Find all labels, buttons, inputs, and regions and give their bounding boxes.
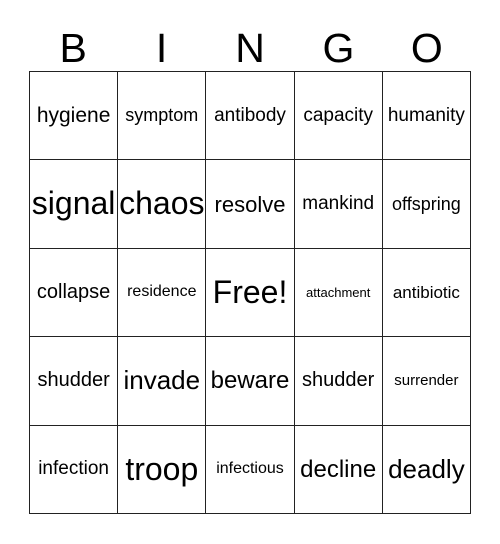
bingo-cell[interactable]: hygiene [30, 72, 119, 161]
bingo-cell-label: offspring [392, 193, 461, 214]
bingo-cell[interactable]: troop [118, 425, 207, 514]
bingo-cell[interactable]: attachment [294, 248, 383, 338]
bingo-header-letter-o: O [410, 25, 443, 71]
bingo-header-letter-n: N [235, 25, 265, 71]
bingo-cell[interactable]: mankind [294, 160, 383, 249]
bingo-cell-label: capacity [303, 104, 374, 126]
bingo-grid: hygiene symptom antibody capacity humani… [29, 71, 471, 514]
bingo-cell[interactable]: chaos [118, 160, 207, 249]
bingo-cell-label: collapse [36, 280, 111, 303]
bingo-header-row: B I N G O [29, 14, 471, 71]
bingo-cell[interactable]: beware [206, 337, 295, 426]
bingo-cell[interactable]: resolve [206, 160, 295, 249]
bingo-cell[interactable]: capacity [294, 72, 383, 161]
bingo-cell-label: surrender [394, 372, 459, 390]
bingo-cell-label: decline [300, 455, 377, 483]
bingo-cell[interactable]: shudder [30, 337, 119, 426]
bingo-cell-label: antibody [214, 104, 286, 126]
bingo-cell-label: invade [123, 365, 201, 396]
bingo-cell-label: antibiotic [392, 282, 460, 302]
bingo-cell[interactable]: humanity [382, 72, 471, 161]
bingo-cell-label: symptom [125, 105, 199, 126]
bingo-cell[interactable]: deadly [382, 425, 471, 514]
bingo-cell-label: mankind [302, 193, 375, 215]
bingo-cell-label: hygiene [36, 103, 111, 127]
bingo-cell[interactable]: symptom [118, 72, 207, 161]
bingo-cell[interactable]: infectious [206, 425, 295, 514]
bingo-cell-label: beware [210, 367, 290, 395]
bingo-cell[interactable]: residence [118, 248, 207, 338]
bingo-cell[interactable]: antibody [206, 72, 295, 161]
bingo-cell-label: humanity [387, 104, 465, 126]
bingo-cell-label: infection [38, 458, 109, 480]
bingo-cell[interactable]: invade [118, 337, 207, 426]
bingo-header-letter-b: B [59, 25, 87, 71]
bingo-cell[interactable]: signal [30, 160, 119, 249]
bingo-cell-label: troop [125, 450, 199, 487]
bingo-cell[interactable]: collapse [30, 248, 119, 338]
bingo-cell-label: chaos [119, 185, 205, 222]
bingo-header-letter-g: G [322, 25, 355, 71]
bingo-card: B I N G O hygiene symptom antibody capac… [0, 0, 500, 544]
bingo-cell[interactable]: decline [294, 425, 383, 514]
bingo-cell-label: shudder [302, 369, 375, 392]
bingo-cell[interactable]: shudder [294, 337, 383, 426]
bingo-cell-label: Free! [212, 273, 288, 310]
bingo-cell-label: signal [31, 185, 116, 222]
bingo-cell-label: deadly [388, 453, 465, 484]
bingo-cell[interactable]: surrender [382, 337, 471, 426]
bingo-cell-label: attachment [306, 284, 371, 300]
bingo-cell-label: residence [127, 283, 197, 301]
bingo-cell[interactable]: infection [30, 425, 119, 514]
bingo-header-letter-i: I [155, 25, 168, 71]
bingo-cell-label: resolve [214, 191, 286, 217]
bingo-cell-label: infectious [216, 459, 284, 477]
bingo-cell-free[interactable]: Free! [206, 248, 295, 338]
bingo-cell-label: shudder [37, 369, 110, 392]
bingo-cell[interactable]: offspring [382, 160, 471, 249]
bingo-cell[interactable]: antibiotic [382, 248, 471, 338]
